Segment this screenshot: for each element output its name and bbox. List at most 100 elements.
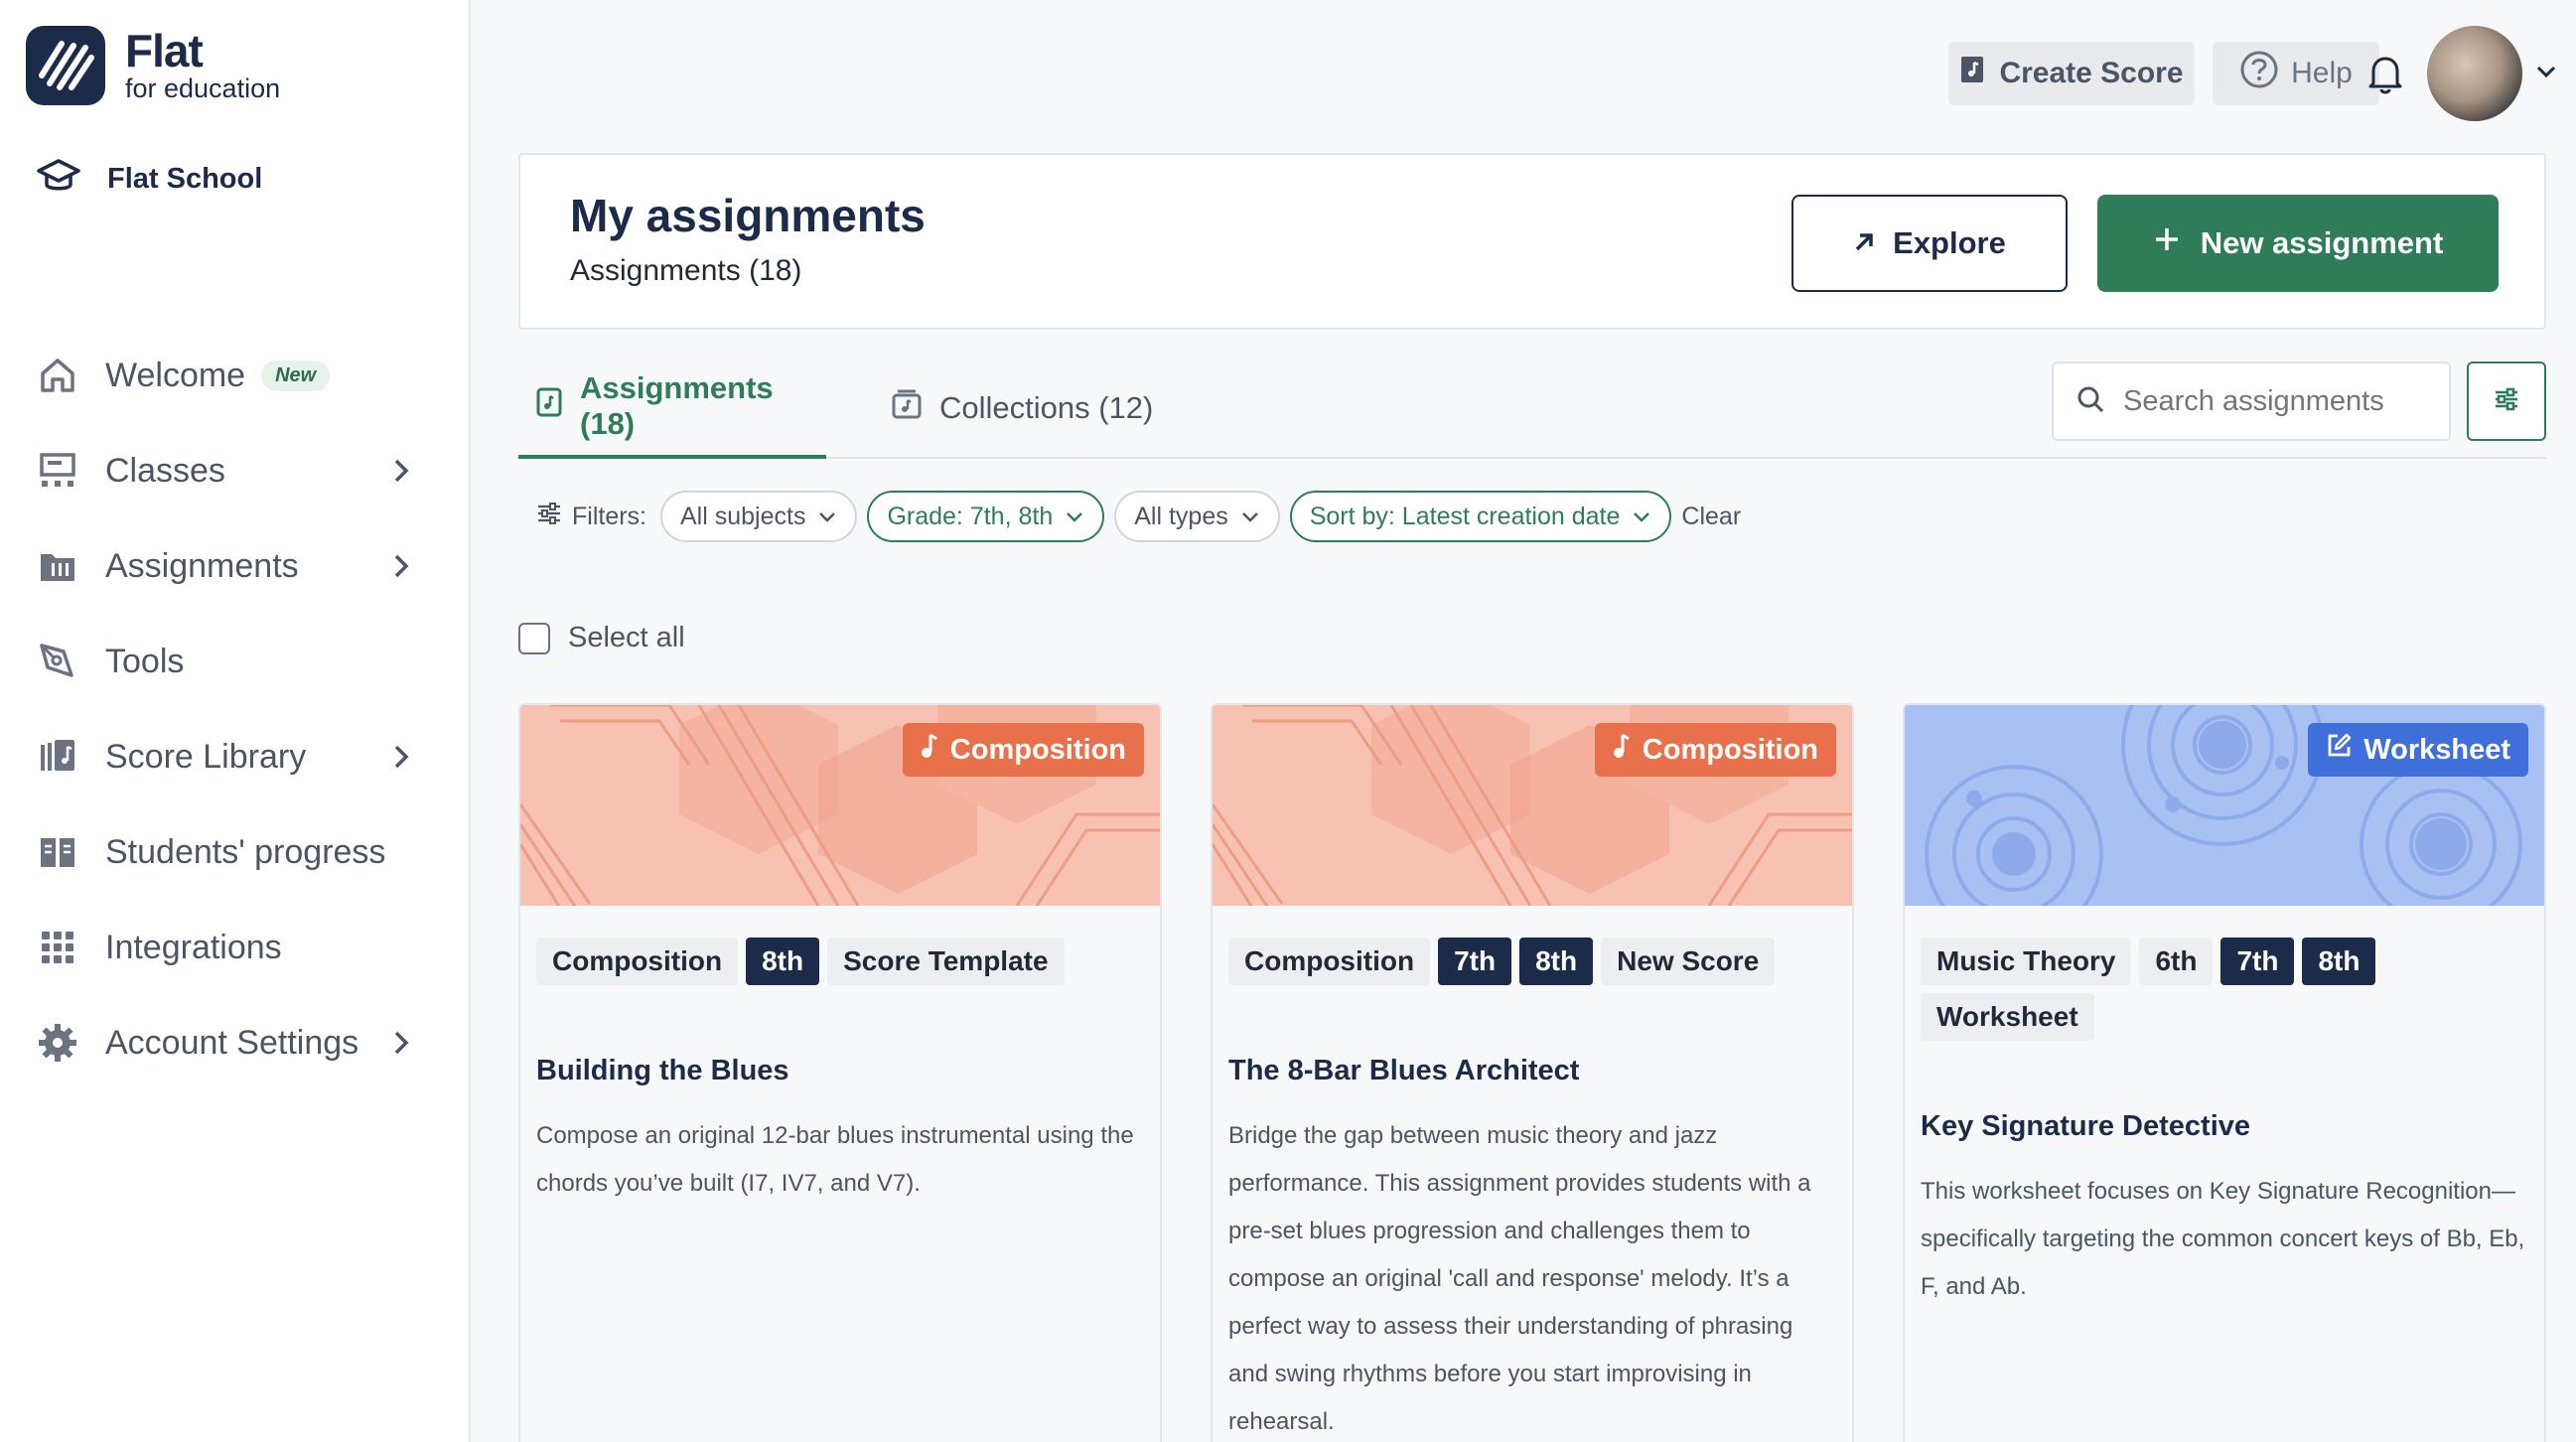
collection-icon bbox=[892, 389, 922, 427]
search-input[interactable] bbox=[2123, 384, 2441, 418]
sidebar-item-label: Classes bbox=[105, 451, 225, 490]
chevron-right-icon bbox=[391, 743, 411, 776]
chevron-right-icon bbox=[391, 457, 411, 490]
filter-settings-button[interactable] bbox=[2467, 361, 2546, 441]
types-filter[interactable]: All types bbox=[1114, 491, 1280, 542]
tab-label: Collections (12) bbox=[939, 390, 1154, 425]
tag: Score Template bbox=[827, 937, 1065, 985]
page-title: My assignments bbox=[570, 190, 926, 241]
chevron-down-icon[interactable] bbox=[2534, 62, 2558, 86]
composition-banner: Composition bbox=[520, 705, 1160, 906]
type-label: Worksheet bbox=[2363, 733, 2510, 766]
types-filter-label: All types bbox=[1134, 502, 1228, 530]
grade-tag: 6th bbox=[2139, 937, 2214, 985]
tag: Music Theory bbox=[1921, 937, 2132, 985]
filter-icon bbox=[536, 502, 562, 532]
grid-icon bbox=[36, 926, 79, 969]
grade-tag: 7th bbox=[1438, 937, 1512, 985]
chevron-down-icon bbox=[1240, 503, 1260, 531]
help-icon bbox=[2239, 50, 2279, 97]
sidebar-item-assignments[interactable]: Assignments bbox=[0, 518, 471, 614]
card-title[interactable]: Building the Blues bbox=[536, 1055, 789, 1087]
new-badge: New bbox=[261, 360, 331, 391]
explore-label: Explore bbox=[1893, 225, 2006, 260]
chevron-right-icon bbox=[391, 552, 411, 585]
library-icon bbox=[36, 735, 79, 779]
worksheet-banner: Worksheet bbox=[1905, 705, 2544, 906]
brand-title: Flat bbox=[125, 25, 204, 76]
select-all-checkbox[interactable] bbox=[518, 622, 550, 654]
notifications-bell-icon[interactable] bbox=[2365, 52, 2405, 100]
sort-dropdown[interactable]: Sort by: Latest creation date bbox=[1289, 491, 1672, 542]
sidebar-nav: Welcome New Classes Assignments Tools Sc… bbox=[0, 328, 471, 1090]
grade-filter-label: Grade: 7th, 8th bbox=[887, 502, 1054, 530]
home-icon bbox=[36, 354, 79, 397]
select-all-label: Select all bbox=[568, 622, 685, 653]
create-score-button[interactable]: Create Score bbox=[1948, 42, 2195, 105]
assignment-card[interactable]: Worksheet Music Theory 6th 7th 8th Works… bbox=[1903, 703, 2546, 1442]
assignments-icon bbox=[36, 544, 79, 588]
sidebar-item-integrations[interactable]: Integrations bbox=[0, 900, 471, 995]
sidebar-item-welcome[interactable]: Welcome New bbox=[0, 328, 471, 423]
chevron-down-icon bbox=[1632, 503, 1651, 531]
tag: Composition bbox=[1228, 937, 1431, 985]
sidebar: Flat for education Flat School Welcome N… bbox=[0, 0, 471, 1442]
type-label: Composition bbox=[949, 733, 1126, 766]
progress-icon bbox=[36, 830, 79, 874]
school-selector[interactable]: Flat School bbox=[36, 157, 262, 202]
brand-subtitle: for education bbox=[125, 73, 281, 103]
assignment-card[interactable]: Composition Composition 8th Score Templa… bbox=[518, 703, 1162, 1442]
sidebar-item-label: Tools bbox=[105, 642, 185, 680]
tag: Worksheet bbox=[1921, 993, 2094, 1041]
avatar[interactable] bbox=[2427, 26, 2522, 121]
music-note-icon bbox=[1613, 733, 1631, 767]
select-all[interactable]: Select all bbox=[518, 622, 685, 654]
create-score-label: Create Score bbox=[1999, 57, 2184, 89]
grade-tag: 7th bbox=[2220, 937, 2295, 985]
graduation-cap-icon bbox=[36, 157, 81, 202]
grade-tag: 8th bbox=[2302, 937, 2376, 985]
classes-icon bbox=[36, 449, 79, 493]
sidebar-item-label: Assignments bbox=[105, 546, 299, 585]
composition-banner: Composition bbox=[1213, 705, 1852, 906]
clear-filters-link[interactable]: Clear bbox=[1681, 503, 1741, 531]
gear-icon bbox=[36, 1021, 79, 1065]
sidebar-item-account-settings[interactable]: Account Settings bbox=[0, 995, 471, 1090]
sidebar-item-label: Students' progress bbox=[105, 832, 386, 871]
sidebar-item-students-progress[interactable]: Students' progress bbox=[0, 804, 471, 900]
sidebar-item-label: Integrations bbox=[105, 928, 282, 966]
composition-type-badge: Composition bbox=[902, 723, 1144, 777]
search-field[interactable] bbox=[2052, 361, 2451, 441]
chevron-right-icon bbox=[391, 1029, 411, 1062]
assignment-card[interactable]: Composition Composition 7th 8th New Scor… bbox=[1211, 703, 1854, 1442]
chevron-down-icon bbox=[817, 503, 837, 531]
new-assignment-button[interactable]: New assignment bbox=[2097, 195, 2499, 292]
card-description: Bridge the gap between music theory and … bbox=[1228, 1122, 1811, 1435]
type-label: Composition bbox=[1642, 733, 1818, 766]
tools-icon bbox=[36, 640, 79, 683]
tag: Composition bbox=[536, 937, 739, 985]
help-button[interactable]: Help bbox=[2213, 42, 2379, 105]
plus-icon bbox=[2153, 225, 2181, 261]
assignments-count: Assignments (18) bbox=[570, 254, 802, 287]
tab-assignments[interactable]: Assignments (18) bbox=[518, 358, 826, 459]
sidebar-item-tools[interactable]: Tools bbox=[0, 614, 471, 709]
chevron-down-icon bbox=[1065, 503, 1084, 531]
new-assignment-label: New assignment bbox=[2200, 225, 2444, 260]
brand-logo[interactable]: Flat for education bbox=[26, 26, 280, 105]
grade-tag: 8th bbox=[746, 937, 820, 985]
tag: New Score bbox=[1601, 937, 1776, 985]
sidebar-item-classes[interactable]: Classes bbox=[0, 423, 471, 518]
tag-list: Composition 8th Score Template bbox=[536, 937, 1152, 985]
filters-row: Filters: All subjects Grade: 7th, 8th Al… bbox=[536, 491, 1741, 542]
card-title[interactable]: The 8-Bar Blues Architect bbox=[1228, 1055, 1579, 1087]
tab-label: Assignments (18) bbox=[580, 370, 774, 441]
grade-filter[interactable]: Grade: 7th, 8th bbox=[867, 491, 1105, 542]
composition-type-badge: Composition bbox=[1594, 723, 1836, 777]
tab-collections[interactable]: Collections (12) bbox=[892, 358, 1153, 459]
subjects-filter[interactable]: All subjects bbox=[660, 491, 858, 542]
card-title[interactable]: Key Signature Detective bbox=[1921, 1110, 2250, 1143]
filters-label-text: Filters: bbox=[572, 502, 646, 530]
explore-button[interactable]: Explore bbox=[1791, 195, 2068, 292]
sidebar-item-score-library[interactable]: Score Library bbox=[0, 709, 471, 804]
